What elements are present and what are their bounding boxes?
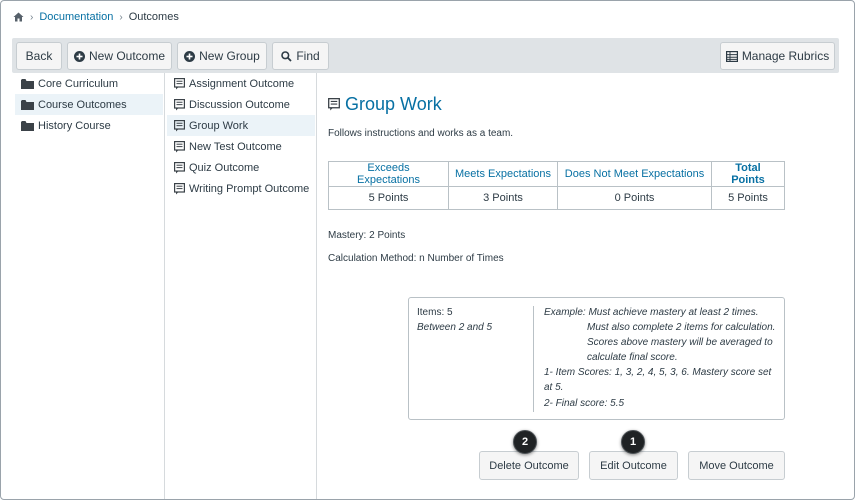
manage-rubrics-button[interactable]: Manage Rubrics	[720, 42, 835, 70]
callout-badge-1: 1	[621, 430, 645, 454]
example-line: 1- Item Scores: 1, 3, 2, 4, 5, 3, 6. Mas…	[544, 367, 772, 378]
outcome-label: Quiz Outcome	[189, 161, 260, 174]
calculation-example-box: Items: 5 Between 2 and 5 Example: Must a…	[408, 297, 785, 420]
example-line: 2- Final score: 5.5	[544, 398, 625, 409]
rating-points-total: 5 Points	[711, 186, 785, 210]
breadcrumb-documentation-link[interactable]: Documentation	[39, 11, 113, 23]
outcome-icon	[174, 140, 185, 152]
outcome-item-discussion[interactable]: Discussion Outcome	[167, 94, 315, 115]
example-line: calculate final score.	[587, 352, 678, 363]
outcome-item-new-test[interactable]: New Test Outcome	[167, 136, 315, 157]
back-label: Back	[25, 49, 53, 63]
outcome-icon	[174, 98, 185, 110]
find-label: Find	[296, 49, 320, 63]
edit-outcome-button[interactable]: Edit Outcome	[589, 451, 678, 480]
example-line: Example: Must achieve mastery at least 2…	[544, 307, 759, 318]
callout-badge-2: 2	[513, 430, 537, 454]
move-outcome-label: Move Outcome	[699, 459, 774, 472]
back-button[interactable]: Back	[16, 42, 62, 70]
find-button[interactable]: Find	[272, 42, 329, 70]
outcome-item-writing-prompt[interactable]: Writing Prompt Outcome	[167, 178, 315, 199]
group-label: Core Curriculum	[38, 77, 119, 90]
plus-circle-icon	[184, 50, 196, 62]
group-item-core-curriculum[interactable]: Core Curriculum	[15, 73, 163, 94]
outcome-item-group-work[interactable]: Group Work	[167, 115, 315, 136]
breadcrumb: › Documentation › Outcomes	[12, 9, 179, 25]
outcome-icon	[174, 77, 185, 89]
example-range: Between 2 and 5	[417, 322, 493, 333]
rating-header-exceeds: Exceeds Expectations	[328, 161, 449, 187]
group-label: History Course	[38, 119, 111, 132]
outcome-label: Writing Prompt Outcome	[189, 182, 310, 195]
outcome-label: New Test Outcome	[189, 140, 282, 153]
example-divider	[533, 306, 534, 412]
outcome-label: Discussion Outcome	[189, 98, 290, 111]
outcome-icon	[174, 182, 185, 194]
rating-header-meets: Meets Expectations	[448, 161, 558, 187]
edit-outcome-label: Edit Outcome	[600, 459, 667, 472]
outcome-title: Group Work	[328, 93, 442, 115]
manage-rubrics-label: Manage Rubrics	[741, 49, 830, 63]
new-group-button[interactable]: New Group	[177, 42, 267, 70]
pane-divider	[164, 73, 165, 499]
ratings-points-row: 5 Points 3 Points 0 Points 5 Points	[328, 186, 785, 210]
outcome-label: Assignment Outcome	[189, 77, 295, 90]
outcomes-window: › Documentation › Outcomes Back New Outc…	[0, 0, 855, 500]
chevron-right-icon: ›	[119, 11, 123, 23]
rating-header-does-not-meet: Does Not Meet Expectations	[557, 161, 712, 187]
example-line: at 5.	[544, 382, 564, 393]
outcome-icon	[174, 161, 185, 173]
outcome-icon	[174, 119, 185, 131]
delete-outcome-button[interactable]: Delete Outcome	[479, 451, 579, 480]
outcome-label: Group Work	[189, 119, 249, 132]
delete-outcome-label: Delete Outcome	[489, 459, 569, 472]
mastery-text: Mastery: 2 Points	[328, 230, 406, 241]
ratings-table: Exceeds Expectations Meets Expectations …	[328, 161, 785, 210]
new-group-label: New Group	[199, 49, 260, 63]
outcome-title-text: Group Work	[345, 93, 442, 114]
rating-points-exceeds: 5 Points	[328, 186, 449, 210]
group-item-course-outcomes[interactable]: Course Outcomes	[15, 94, 163, 115]
calculation-method-text: Calculation Method: n Number of Times	[328, 253, 504, 264]
breadcrumb-current: Outcomes	[128, 11, 179, 23]
chevron-right-icon: ›	[30, 11, 34, 23]
outcome-description: Follows instructions and works as a team…	[328, 128, 514, 139]
group-label: Course Outcomes	[38, 98, 127, 111]
rating-points-does-not-meet: 0 Points	[557, 186, 712, 210]
rubric-icon	[725, 50, 738, 62]
folder-icon	[21, 120, 34, 131]
outcome-icon	[328, 97, 340, 110]
rating-points-meets: 3 Points	[448, 186, 558, 210]
new-outcome-button[interactable]: New Outcome	[67, 42, 172, 70]
ratings-header-row: Exceeds Expectations Meets Expectations …	[328, 161, 785, 187]
toolbar: Back New Outcome New Group Find Manage R…	[12, 38, 839, 73]
group-item-history-course[interactable]: History Course	[15, 115, 163, 136]
example-line: Must also complete 2 items for calculati…	[587, 322, 776, 333]
rating-header-total-points: Total Points	[711, 161, 785, 187]
pane-divider	[316, 73, 317, 499]
outcome-item-assignment[interactable]: Assignment Outcome	[167, 73, 315, 94]
folder-icon	[21, 78, 34, 89]
example-line: Scores above mastery will be averaged to	[587, 337, 773, 348]
home-icon[interactable]	[12, 11, 24, 23]
folder-icon	[21, 99, 34, 110]
search-icon	[281, 50, 292, 62]
outcome-item-quiz[interactable]: Quiz Outcome	[167, 157, 315, 178]
plus-circle-icon	[73, 50, 85, 62]
new-outcome-label: New Outcome	[88, 49, 166, 63]
move-outcome-button[interactable]: Move Outcome	[688, 451, 785, 480]
example-items: Items: 5	[417, 307, 453, 318]
